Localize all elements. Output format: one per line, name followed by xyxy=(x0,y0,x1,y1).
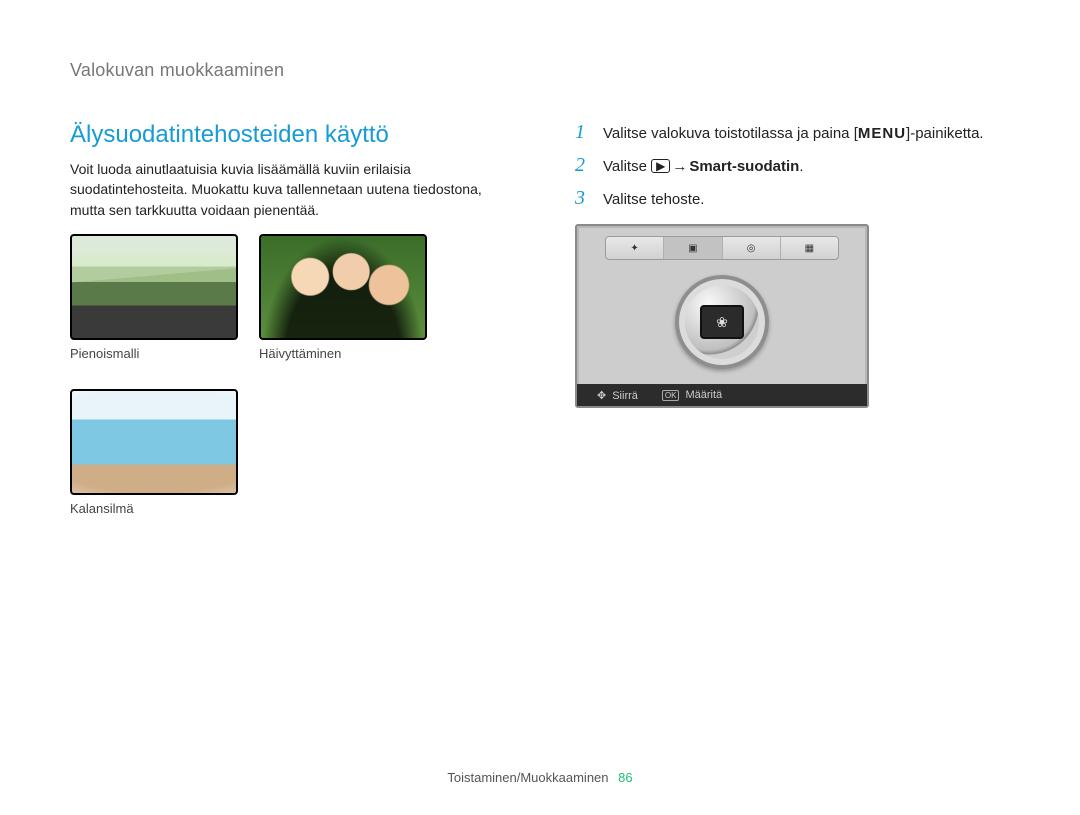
camera-set-label: Määritä xyxy=(685,389,722,401)
step-2-pre: Valitse xyxy=(603,158,651,175)
camera-dial: ❀ xyxy=(675,275,769,369)
camera-move-group: ✥ Siirrä xyxy=(597,389,638,402)
left-column: Älysuodatintehosteiden käyttö Voit luoda… xyxy=(70,121,505,516)
camera-tab-active-icon: ▣ xyxy=(664,237,722,259)
camera-move-label: Siirrä xyxy=(612,390,638,402)
ok-icon: OK xyxy=(662,390,680,401)
thumb-block-miniature: Pienoismalli xyxy=(70,234,245,361)
step-3: 3 Valitse tehoste. xyxy=(575,187,1010,210)
thumb-vignette xyxy=(259,234,427,340)
thumb-block-vignette: Häivyttäminen xyxy=(259,234,434,361)
play-icon: ▶ xyxy=(651,159,670,173)
thumb-fisheye xyxy=(70,389,238,495)
page-footer: Toistaminen/Muokkaaminen 86 xyxy=(0,770,1080,785)
camera-tabbar: ✦ ▣ ◎ ▦ xyxy=(605,236,839,260)
arrow-icon: → xyxy=(672,158,687,175)
camera-tab-square-icon: ◎ xyxy=(723,237,781,259)
step-2-post: . xyxy=(799,158,803,175)
thumb-label-vignette: Häivyttäminen xyxy=(259,346,434,361)
thumb-label-fisheye: Kalansilmä xyxy=(70,501,245,516)
section-title: Älysuodatintehosteiden käyttö xyxy=(70,121,505,149)
step-1-pre: Valitse valokuva toistotilassa ja paina … xyxy=(603,125,858,142)
step-number-1: 1 xyxy=(575,121,591,144)
thumb-miniature xyxy=(70,234,238,340)
step-2-text: Valitse ▶ → Smart-suodatin. xyxy=(603,158,804,175)
page-header: Valokuvan muokkaaminen xyxy=(70,60,1010,81)
step-1-text: Valitse valokuva toistotilassa ja paina … xyxy=(603,125,984,142)
manual-page: Valokuvan muokkaaminen Älysuodatintehost… xyxy=(0,0,1080,815)
camera-dial-inner-icon: ❀ xyxy=(700,305,744,339)
thumb-label-miniature: Pienoismalli xyxy=(70,346,245,361)
thumbnail-grid: Pienoismalli Häivyttäminen Kalansilmä xyxy=(70,234,450,516)
section-intro: Voit luoda ainutlaatuisia kuvia lisäämäl… xyxy=(70,159,505,220)
footer-page-number: 86 xyxy=(618,770,632,785)
dpad-icon: ✥ xyxy=(597,389,606,402)
thumb-block-fisheye: Kalansilmä xyxy=(70,389,245,516)
camera-tab-icon: ✦ xyxy=(606,237,664,259)
camera-bottom-bar: ✥ Siirrä OK Määritä xyxy=(577,384,867,406)
step-3-text: Valitse tehoste. xyxy=(603,191,704,208)
camera-set-group: OK Määritä xyxy=(662,389,722,401)
step-1: 1 Valitse valokuva toistotilassa ja pain… xyxy=(575,121,1010,144)
footer-text: Toistaminen/Muokkaaminen xyxy=(447,770,608,785)
right-column: 1 Valitse valokuva toistotilassa ja pain… xyxy=(575,121,1010,516)
step-number-2: 2 xyxy=(575,154,591,177)
smart-filter-bold: Smart-suodatin xyxy=(689,158,799,175)
steps-list: 1 Valitse valokuva toistotilassa ja pain… xyxy=(575,121,1010,210)
camera-tab-grid-icon: ▦ xyxy=(781,237,838,259)
menu-key: MENU xyxy=(858,125,906,142)
step-number-3: 3 xyxy=(575,187,591,210)
step-1-post: ]-painiketta. xyxy=(906,125,984,142)
camera-center: ❀ xyxy=(577,260,867,384)
step-2: 2 Valitse ▶ → Smart-suodatin. xyxy=(575,154,1010,177)
camera-screen: ✦ ▣ ◎ ▦ ❀ ✥ Siirrä OK Määritä xyxy=(575,224,869,408)
